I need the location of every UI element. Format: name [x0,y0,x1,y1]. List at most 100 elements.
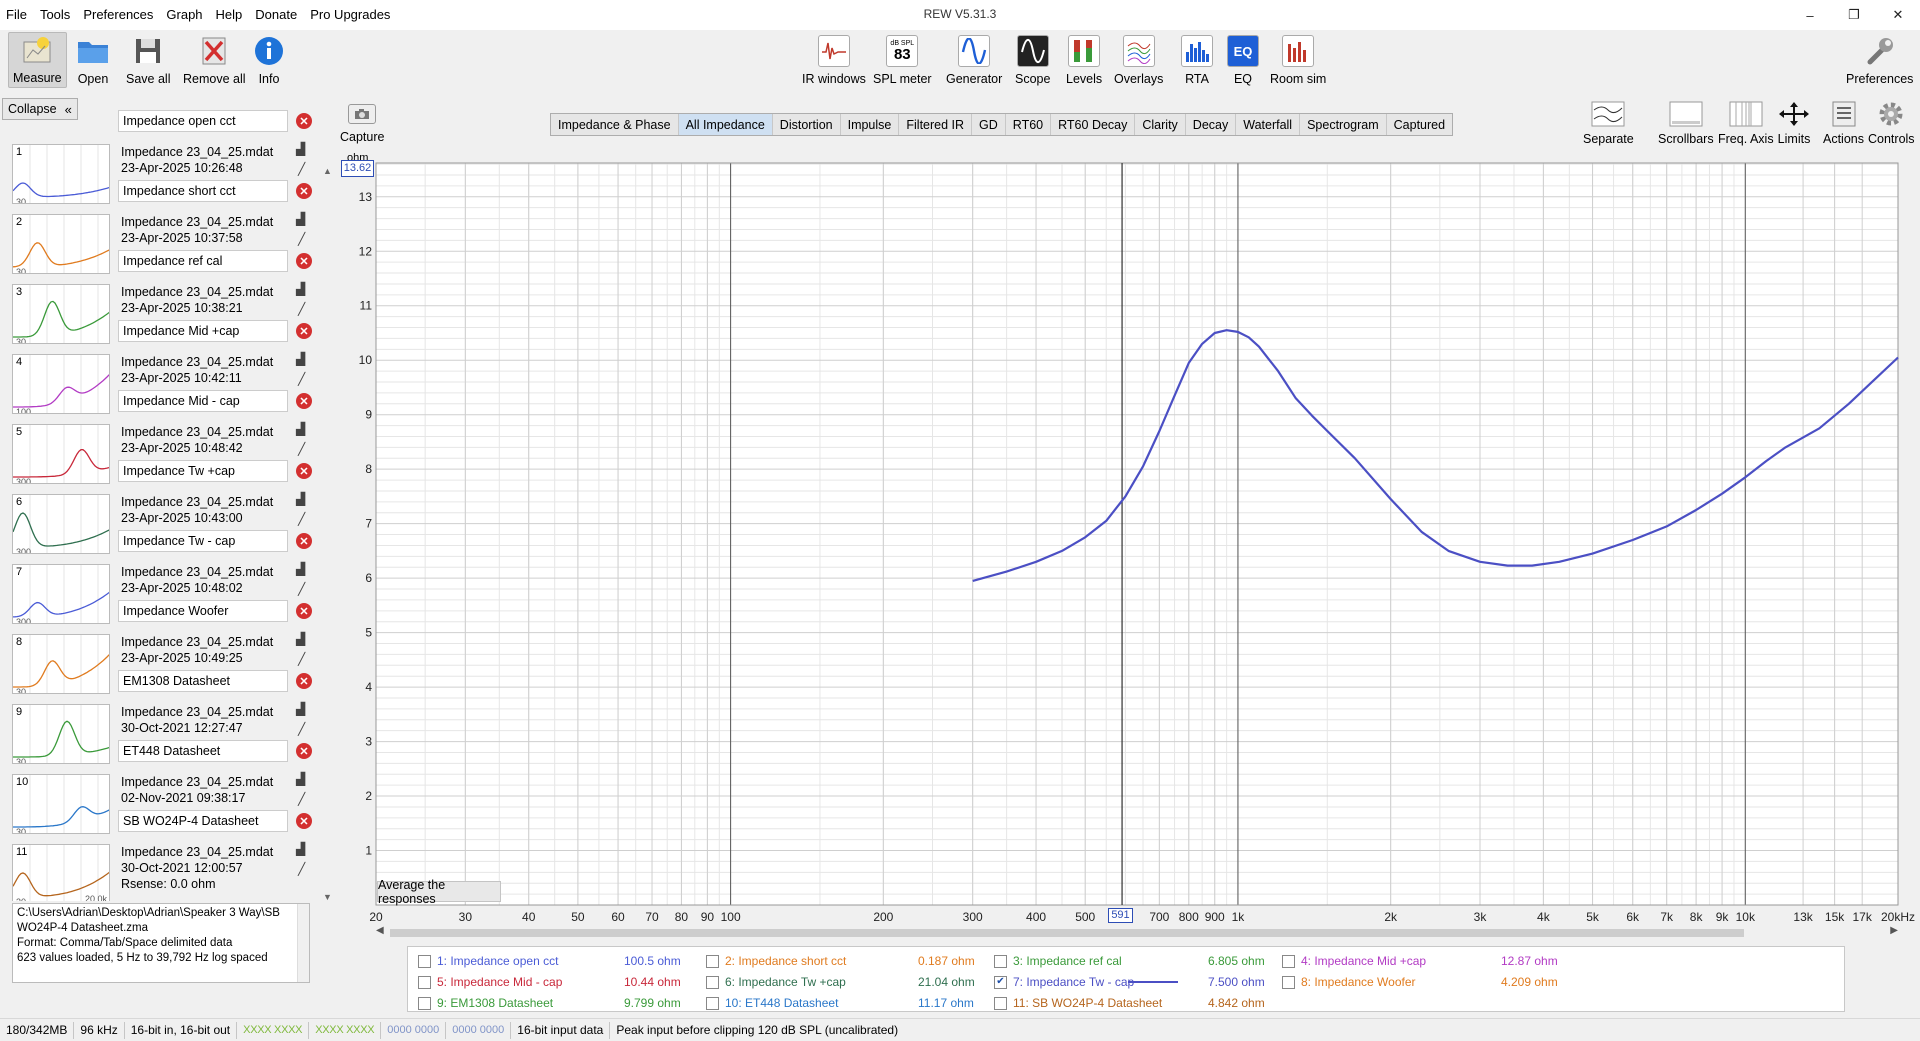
rta-button[interactable]: RTA [1180,34,1214,86]
graph-options-icon[interactable]: ▟ [296,562,305,576]
legend-checkbox[interactable] [418,996,431,1010]
measurement-item[interactable]: EM1308 Datasheet ✕ 9 30 Impedance 23_04_… [8,668,316,764]
measurement-item[interactable]: ET448 Datasheet ✕ 10 30 Impedance 23_04_… [8,738,316,834]
legend-checkbox[interactable] [994,996,1007,1010]
scroll-up-icon[interactable]: ▲ [323,166,332,176]
generator-button[interactable]: Generator [946,34,1002,86]
menu-donate[interactable]: Donate [255,7,297,22]
tab-rt60[interactable]: RT60 [1006,114,1052,135]
scrollbars-button[interactable]: Scrollbars [1658,100,1714,146]
legend-checkbox[interactable]: ✔ [994,975,1007,989]
measurement-name-field[interactable]: Impedance open cct [118,110,288,132]
menu-help[interactable]: Help [216,7,243,22]
measurement-name-field[interactable]: Impedance Woofer [118,600,288,622]
measurement-name-field[interactable]: Impedance short cct [118,180,288,202]
controls-button[interactable]: Controls [1868,100,1915,146]
delete-measurement-icon[interactable]: ✕ [296,463,312,479]
tab-decay[interactable]: Decay [1186,114,1237,135]
minimize-button[interactable]: – [1788,0,1832,30]
legend-checkbox[interactable] [418,975,431,989]
legend-item[interactable]: 4: Impedance Mid +cap [1282,952,1426,970]
tab-all-impedance[interactable]: All Impedance [678,114,773,135]
measurement-item[interactable]: Impedance Mid - cap ✕ 5 300 Impedance 23… [8,388,316,484]
edit-icon[interactable]: ╱ [298,862,305,876]
delete-measurement-icon[interactable]: ✕ [296,743,312,759]
ir-windows-button[interactable]: IR windows [802,34,866,86]
horizontal-scrollbar[interactable]: ◀ ▶ [376,925,1898,940]
measurement-item[interactable]: SB WO24P-4 Datasheet ✕ 11 30 20.0k Imped… [8,808,316,901]
scroll-down-icon[interactable]: ▼ [323,892,332,902]
remove-all-button[interactable]: Remove all [183,34,246,86]
legend-checkbox[interactable] [706,954,719,968]
measurement-name-field[interactable]: Impedance Tw - cap [118,530,288,552]
measurement-item[interactable]: Impedance ref cal ✕ 3 30 Impedance 23_04… [8,248,316,344]
scrollbar-thumb[interactable] [390,929,1744,937]
preferences-button[interactable]: Preferences [1846,34,1913,86]
levels-button[interactable]: Levels [1066,34,1102,86]
room-sim-button[interactable]: Room sim [1270,34,1326,86]
separate-button[interactable]: Separate [1583,100,1634,146]
graph-options-icon[interactable]: ▟ [296,352,305,366]
save-all-button[interactable]: Save all [126,34,170,86]
legend-item[interactable]: 9: EM1308 Datasheet [418,994,553,1012]
legend-item[interactable]: 3: Impedance ref cal [994,952,1122,970]
delete-measurement-icon[interactable]: ✕ [296,603,312,619]
edit-icon[interactable]: ╱ [298,442,305,456]
tab-gd[interactable]: GD [972,114,1006,135]
edit-icon[interactable]: ╱ [298,162,305,176]
tab-rt60-decay[interactable]: RT60 Decay [1051,114,1136,135]
graph-options-icon[interactable]: ▟ [296,842,305,856]
edit-icon[interactable]: ╱ [298,302,305,316]
measurement-thumbnail[interactable]: 11 30 20.0k [12,844,110,901]
edit-icon[interactable]: ╱ [298,512,305,526]
edit-icon[interactable]: ╱ [298,792,305,806]
legend-checkbox[interactable] [1282,954,1295,968]
open-button[interactable]: Open [76,34,110,86]
y-axis-top-value[interactable]: 13.62 [341,160,374,177]
measurement-name-field[interactable]: SB WO24P-4 Datasheet [118,810,288,832]
graph-options-icon[interactable]: ▟ [296,142,305,156]
graph-options-icon[interactable]: ▟ [296,212,305,226]
edit-icon[interactable]: ╱ [298,582,305,596]
tab-spectrogram[interactable]: Spectrogram [1300,114,1387,135]
measurement-item[interactable]: Impedance Woofer ✕ 8 30 Impedance 23_04_… [8,598,316,694]
measurement-item[interactable]: Impedance Mid +cap ✕ 4 100 Impedance 23_… [8,318,316,414]
legend-checkbox[interactable] [1282,975,1295,989]
capture-button[interactable]: Capture [340,104,384,144]
measurement-item[interactable]: Impedance Tw - cap ✕ 7 300 Impedance 23_… [8,528,316,624]
legend-checkbox[interactable] [706,996,719,1010]
menu-tools[interactable]: Tools [40,7,70,22]
restore-button[interactable]: ❐ [1832,0,1876,30]
edit-icon[interactable]: ╱ [298,652,305,666]
legend-item[interactable]: 10: ET448 Datasheet [706,994,838,1012]
menu-pro-upgrades[interactable]: Pro Upgrades [310,7,390,22]
tab-filtered-ir[interactable]: Filtered IR [899,114,973,135]
tab-distortion[interactable]: Distortion [773,114,841,135]
info-button[interactable]: Info [252,34,286,86]
delete-measurement-icon[interactable]: ✕ [296,253,312,269]
tab-clarity[interactable]: Clarity [1135,114,1186,135]
freq-axis-button[interactable]: Freq. Axis [1718,100,1774,146]
edit-icon[interactable]: ╱ [298,232,305,246]
legend-item[interactable]: 8: Impedance Woofer [1282,973,1416,991]
legend-item[interactable]: 1: Impedance open cct [418,952,558,970]
menu-graph[interactable]: Graph [166,7,202,22]
measurement-name-field[interactable]: Impedance Mid +cap [118,320,288,342]
delete-measurement-icon[interactable]: ✕ [296,183,312,199]
spl-meter-button[interactable]: dB SPL 83 SPL meter [873,34,932,86]
close-window-button[interactable]: ✕ [1876,0,1920,30]
average-responses-button[interactable]: Average the responses [377,878,501,906]
eq-button[interactable]: EQ EQ [1226,34,1260,86]
measurement-name-field[interactable]: EM1308 Datasheet [118,670,288,692]
graph-options-icon[interactable]: ▟ [296,632,305,646]
delete-measurement-icon[interactable]: ✕ [296,813,312,829]
info-scrollbar[interactable] [297,904,309,982]
measurement-item[interactable]: Impedance open cct ✕ 1 30 Impedance 23_0… [8,108,316,204]
legend-item[interactable]: 11: SB WO24P-4 Datasheet [994,994,1162,1012]
graph-options-icon[interactable]: ▟ [296,772,305,786]
measurement-name-field[interactable]: Impedance Tw +cap [118,460,288,482]
measurement-name-field[interactable]: ET448 Datasheet [118,740,288,762]
menu-preferences[interactable]: Preferences [83,7,153,22]
measurement-item[interactable]: Impedance Tw +cap ✕ 6 300 Impedance 23_0… [8,458,316,554]
tab-impulse[interactable]: Impulse [841,114,900,135]
